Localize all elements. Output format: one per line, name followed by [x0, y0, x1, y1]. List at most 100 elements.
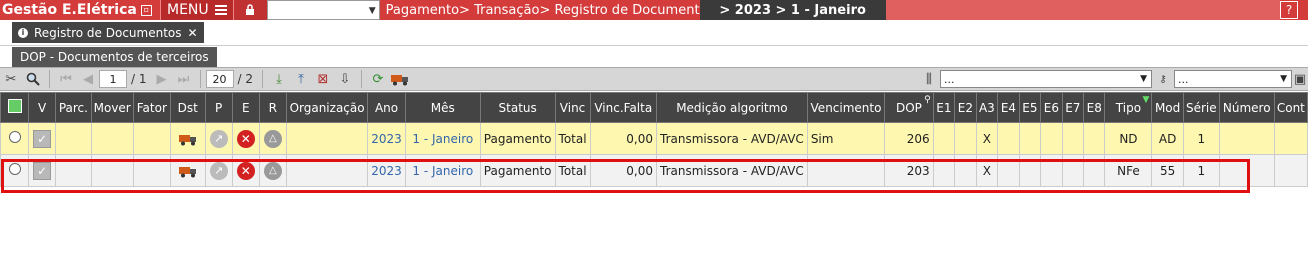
- table-row[interactable]: ✓ ↗ ✕ △ 2023 1 - Janeiro Pagamento Total…: [0, 122, 1308, 155]
- filter-select-1[interactable]: ... ▼: [940, 70, 1152, 88]
- column-header[interactable]: Ano: [367, 92, 406, 123]
- search-icon[interactable]: [22, 69, 44, 89]
- refresh-icon[interactable]: ⟳: [367, 69, 389, 89]
- filter-select-2[interactable]: ... ▼: [1174, 70, 1292, 88]
- export-icon[interactable]: ⤒: [290, 69, 312, 89]
- filter-icon: ▼: [1142, 95, 1150, 105]
- column-header[interactable]: Parc.: [55, 92, 92, 123]
- fullscreen-icon[interactable]: ▣: [1292, 69, 1308, 89]
- column-header[interactable]: Medição algoritmo: [656, 92, 808, 123]
- p-cell[interactable]: ↗: [204, 154, 233, 187]
- lock-button[interactable]: [232, 0, 267, 20]
- column-header[interactable]: Cont: [1273, 92, 1308, 123]
- column-header[interactable]: Mês: [404, 92, 481, 123]
- import-icon[interactable]: ⤓: [268, 69, 290, 89]
- column-header[interactable]: E5: [1018, 92, 1042, 123]
- column-header[interactable]: V: [28, 92, 57, 123]
- vinc-cell: Total: [554, 154, 591, 187]
- menu-button[interactable]: MENU: [160, 0, 233, 20]
- table-row[interactable]: ✓ ↗ ✕ △ 2023 1 - Janeiro Pagamento Total…: [0, 154, 1308, 187]
- p-cell[interactable]: ↗: [204, 122, 233, 155]
- validated-cell[interactable]: ✓: [28, 154, 57, 187]
- column-header[interactable]: R: [258, 92, 287, 123]
- truck-icon: [178, 134, 196, 146]
- mod-cell: AD: [1151, 122, 1184, 155]
- column-header[interactable]: E4: [997, 92, 1020, 123]
- mes-cell[interactable]: 1 - Janeiro: [404, 154, 481, 187]
- window-toggle-icon[interactable]: ▫: [140, 4, 152, 16]
- r-cell[interactable]: △: [258, 154, 287, 187]
- column-header-dop[interactable]: DOP ⚲: [884, 92, 934, 123]
- select-all-header[interactable]: [0, 92, 30, 123]
- checkbox[interactable]: ✓: [33, 161, 52, 180]
- column-header[interactable]: Status: [479, 92, 556, 123]
- download-icon[interactable]: ⇩: [334, 69, 356, 89]
- column-header[interactable]: Mover: [90, 92, 134, 123]
- vencimento-cell: [806, 154, 886, 187]
- tools-icon[interactable]: ✂: [0, 69, 22, 89]
- validated-cell[interactable]: ✓: [28, 122, 57, 155]
- column-header[interactable]: Vinc.Falta: [589, 92, 658, 123]
- column-header[interactable]: E2: [954, 92, 977, 123]
- column-header[interactable]: Dst: [169, 92, 206, 123]
- organizacao-cell: [285, 154, 369, 187]
- column-header[interactable]: Mod: [1151, 92, 1184, 123]
- column-header[interactable]: Vencimento: [806, 92, 886, 123]
- close-icon[interactable]: ✕: [188, 26, 198, 40]
- page-size-input[interactable]: 20: [205, 70, 234, 88]
- column-header[interactable]: Vinc: [554, 92, 591, 123]
- column-header-tipo[interactable]: Tipo ▼: [1104, 92, 1153, 123]
- breadcrumb[interactable]: Pagamento> Transação> Registro de Docume…: [380, 3, 726, 18]
- delete-icon[interactable]: ✕: [236, 161, 255, 180]
- row-select[interactable]: [0, 122, 30, 155]
- column-header[interactable]: Número: [1218, 92, 1275, 123]
- ano-cell[interactable]: 2023: [367, 122, 406, 155]
- chevron-down-icon: ▼: [368, 6, 376, 16]
- tab-registro-documentos[interactable]: i Registro de Documentos ✕: [12, 22, 204, 43]
- delete-doc-icon[interactable]: ⊠: [312, 69, 334, 89]
- column-header[interactable]: E7: [1061, 92, 1085, 123]
- prev-page-icon[interactable]: ◀: [77, 69, 99, 89]
- next-page-icon[interactable]: ▶: [151, 69, 173, 89]
- vinc-falta-cell: 0,00: [589, 154, 658, 187]
- delete-icon[interactable]: ✕: [236, 129, 255, 148]
- column-header[interactable]: Organização: [285, 92, 369, 123]
- key-icon[interactable]: ⚷: [1152, 69, 1174, 89]
- first-page-icon[interactable]: ⏮: [55, 69, 77, 89]
- radio-button[interactable]: [8, 163, 21, 175]
- dst-cell[interactable]: [169, 154, 206, 187]
- recycle-icon[interactable]: △: [263, 129, 282, 148]
- row-select[interactable]: [0, 154, 30, 187]
- mes-cell[interactable]: 1 - Janeiro: [404, 122, 481, 155]
- dop-cell: 206: [884, 122, 934, 155]
- filter-settings-icon[interactable]: ⫼: [918, 69, 940, 89]
- checkbox[interactable]: ✓: [33, 129, 52, 148]
- column-header[interactable]: Série: [1182, 92, 1220, 123]
- truck-icon[interactable]: [389, 69, 411, 89]
- arrow-icon[interactable]: ↗: [209, 161, 228, 180]
- column-header[interactable]: E8: [1083, 92, 1106, 123]
- help-button[interactable]: ?: [1280, 1, 1298, 19]
- module-select[interactable]: ▼: [266, 0, 380, 20]
- e-cell[interactable]: ✕: [231, 154, 260, 187]
- ano-cell[interactable]: 2023: [367, 154, 406, 187]
- recycle-icon[interactable]: △: [263, 161, 282, 180]
- last-page-icon[interactable]: ⏭: [173, 69, 195, 89]
- serie-cell: 1: [1182, 122, 1220, 155]
- column-header[interactable]: E6: [1040, 92, 1063, 123]
- column-header[interactable]: E: [231, 92, 260, 123]
- r-cell[interactable]: △: [258, 122, 287, 155]
- tab-dop[interactable]: DOP - Documentos de terceiros: [12, 47, 217, 67]
- e-cell[interactable]: ✕: [231, 122, 260, 155]
- period-indicator[interactable]: > 2023 > 1 - Janeiro: [699, 0, 886, 20]
- mover-cell: [90, 154, 134, 187]
- current-page-input[interactable]: 1: [99, 70, 127, 88]
- radio-button[interactable]: [8, 131, 21, 143]
- arrow-icon[interactable]: ↗: [209, 129, 228, 148]
- column-header[interactable]: P: [204, 92, 233, 123]
- mod-cell: 55: [1151, 154, 1184, 187]
- column-header[interactable]: Fator: [132, 92, 171, 123]
- dst-cell[interactable]: [169, 122, 206, 155]
- column-header[interactable]: A3: [975, 92, 999, 123]
- column-header[interactable]: E1: [932, 92, 956, 123]
